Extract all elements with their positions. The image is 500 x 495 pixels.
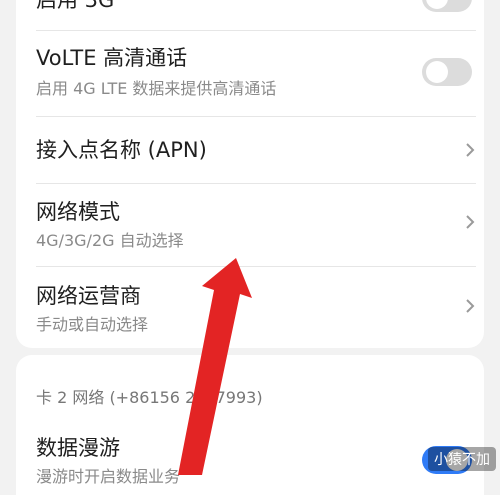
chevron-right-icon <box>466 143 475 157</box>
chevron-right-icon <box>466 299 475 313</box>
volte-toggle[interactable] <box>422 58 472 86</box>
carrier-title: 网络运营商 <box>36 284 141 308</box>
chevron-right-icon <box>466 215 475 229</box>
divider <box>36 266 476 267</box>
roaming-subtitle: 漫游时开启数据业务 <box>36 467 181 486</box>
sim2-section-label: 卡 2 网络 (+86156 2527993) <box>36 388 263 407</box>
roaming-title: 数据漫游 <box>36 436 120 460</box>
enable-3g-toggle[interactable] <box>422 0 472 12</box>
volte-row[interactable]: VoLTE 高清通话 启用 4G LTE 数据来提供高清通话 <box>36 44 476 100</box>
volte-subtitle: 启用 4G LTE 数据来提供高清通话 <box>36 79 277 98</box>
enable-3g-title: 启用 3G <box>36 0 115 12</box>
divider <box>36 183 476 184</box>
network-mode-subtitle: 4G/3G/2G 自动选择 <box>36 231 184 250</box>
watermark: 小猿不加 <box>428 447 496 471</box>
network-mode-title: 网络模式 <box>36 200 120 224</box>
carrier-subtitle: 手动或自动选择 <box>36 315 149 334</box>
apn-title[interactable]: 接入点名称 (APN) <box>36 136 476 164</box>
roaming-row[interactable]: 数据漫游 漫游时开启数据业务 <box>36 434 476 488</box>
divider <box>36 30 476 31</box>
volte-title: VoLTE 高清通话 <box>36 46 188 70</box>
divider <box>36 116 476 117</box>
network-mode-row[interactable]: 网络模式 4G/3G/2G 自动选择 <box>36 198 476 252</box>
carrier-row[interactable]: 网络运营商 手动或自动选择 <box>36 282 476 336</box>
